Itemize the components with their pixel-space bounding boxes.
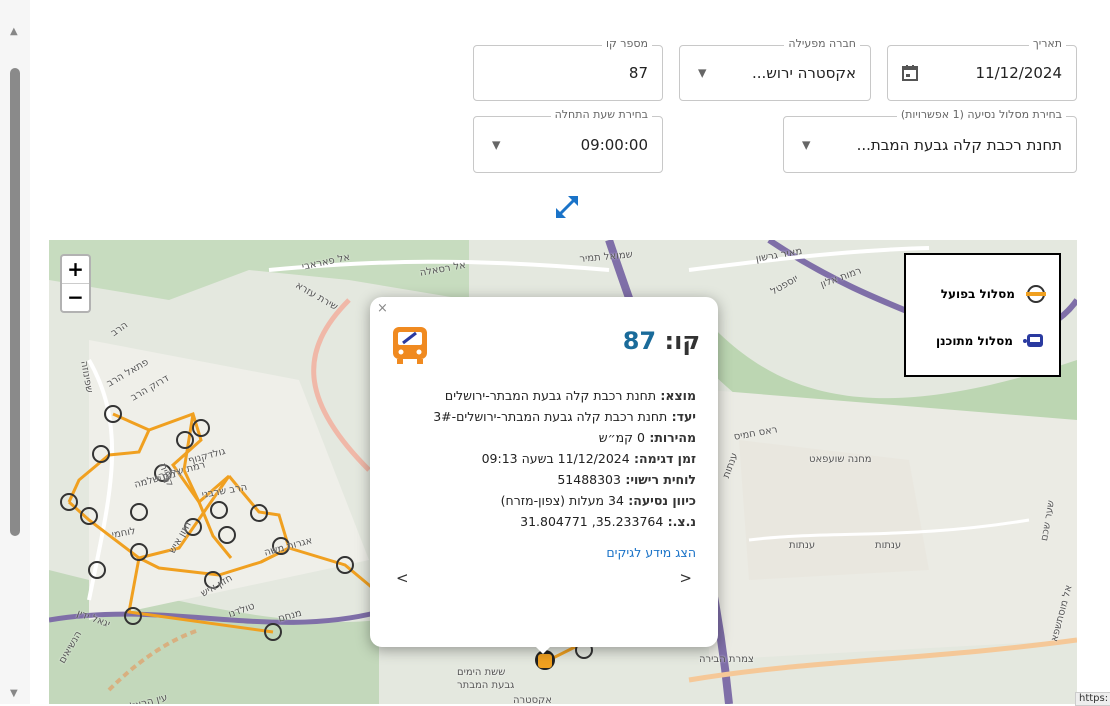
popup-info-row: לוחית רישוי: 51488303 xyxy=(433,469,696,490)
operator-value: אקסטרה ירוש... xyxy=(751,64,856,82)
popup-title: קו: 87 xyxy=(623,327,700,355)
popup-info-value: 51488303 xyxy=(557,472,621,487)
popup-info-value: 35.233764, 31.804771 xyxy=(520,514,664,529)
date-legend: תאריך xyxy=(1028,37,1066,50)
scroll-up-arrow-icon[interactable]: ▲ xyxy=(10,26,18,37)
route-legend: בחירת מסלול נסיעה (1 אפשרויות) xyxy=(896,108,1066,121)
operator-legend: חברה מפעילה xyxy=(784,37,860,50)
route-select[interactable]: בחירת מסלול נסיעה (1 אפשרויות) תחנת רכבת… xyxy=(783,108,1077,173)
zoom-in-button[interactable]: + xyxy=(62,256,89,284)
map-street-label: ששת הימים xyxy=(457,667,506,678)
popup-info-label: לוחית רישוי: xyxy=(620,472,696,487)
page-scrollbar[interactable]: ▲ ▼ xyxy=(0,0,30,704)
popup-info-label: זמן דגימה: xyxy=(629,451,696,466)
operator-select[interactable]: חברה מפעילה אקסטרה ירוש... ▼ xyxy=(679,37,871,101)
popup-info-label: מהירות: xyxy=(644,430,696,445)
popup-info-value: 0 קמ״ש xyxy=(598,430,645,445)
map-street-label: ענתות xyxy=(875,540,902,551)
show-geek-info-link[interactable]: הצג מידע לגיקים xyxy=(606,545,696,560)
popup-next-button[interactable]: > xyxy=(396,569,409,587)
popup-line-number: 87 xyxy=(622,327,657,355)
popup-info-row: כיוון נסיעה: 34 מעלות (צפון-מזרח) xyxy=(433,490,696,511)
bus-icon xyxy=(393,327,427,364)
popup-info-row: מהירות: 0 קמ״ש xyxy=(433,427,696,448)
popup-info-label: מוצא: xyxy=(656,388,696,403)
start-time-dropdown-icon[interactable]: ▼ xyxy=(492,138,500,151)
map-street-label: גבעת המבתר xyxy=(457,680,515,691)
popup-info-label: נ.צ.: xyxy=(663,514,696,529)
legend-actual-route: מסלול בפועל xyxy=(941,283,1047,305)
map-street-label: מחנה שועפאט xyxy=(809,454,872,465)
popup-info-row: מוצא: תחנת רכבת קלה גבעת המבתר-ירושלים xyxy=(433,385,696,406)
actual-route-icon xyxy=(1026,285,1046,303)
popup-info: מוצא: תחנת רכבת קלה גבעת המבתר-ירושלים יע… xyxy=(433,385,696,532)
date-field[interactable]: תאריך 11/12/2024 xyxy=(887,37,1077,101)
map-street-label: ענתות xyxy=(789,540,816,551)
expand-map-icon[interactable] xyxy=(553,193,581,221)
planned-route-icon xyxy=(1023,334,1043,347)
popup-info-value: 11/12/2024 בשעה 09:13 xyxy=(481,451,630,466)
scroll-thumb[interactable] xyxy=(10,68,20,536)
scroll-down-arrow-icon[interactable]: ▼ xyxy=(10,688,18,699)
zoom-out-button[interactable]: − xyxy=(62,284,89,311)
line-number-legend: מספר קו xyxy=(602,37,652,50)
popup-info-label: יעד: xyxy=(667,409,696,424)
popup-info-value: תחנת רכבת קלה גבעת המבתר-ירושלים-3# xyxy=(433,409,668,424)
operator-dropdown-icon[interactable]: ▼ xyxy=(698,67,706,80)
popup-info-value: 34 מעלות (צפון-מזרח) xyxy=(500,493,624,508)
legend-actual-label: מסלול בפועל xyxy=(940,287,1015,301)
start-time-select[interactable]: בחירת שעת התחלה 09:00:00 ▼ xyxy=(473,108,663,173)
popup-title-prefix: קו: xyxy=(664,327,700,355)
popup-prev-button[interactable]: < xyxy=(679,569,692,587)
line-number-value: 87 xyxy=(628,64,648,82)
map-street-label: אקסטרה xyxy=(513,695,552,704)
popup-info-row: זמן דגימה: 11/12/2024 בשעה 09:13 xyxy=(433,448,696,469)
popup-info-value: תחנת רכבת קלה גבעת המבתר-ירושלים xyxy=(444,388,657,403)
popup-info-row: יעד: תחנת רכבת קלה גבעת המבתר-ירושלים-3# xyxy=(433,406,696,427)
start-time-value: 09:00:00 xyxy=(580,135,648,154)
route-value: תחנת רכבת קלה גבעת המבת... xyxy=(856,135,1062,154)
map-street-label: צמרת הבירה xyxy=(699,654,754,665)
popup-tip xyxy=(533,644,553,654)
map-legend: מסלול בפועל מסלול מתוכנן xyxy=(904,253,1061,377)
route-dropdown-icon[interactable]: ▼ xyxy=(802,138,810,151)
close-icon[interactable]: × xyxy=(377,301,388,316)
zoom-control[interactable]: + − xyxy=(60,254,91,313)
start-time-legend: בחירת שעת התחלה xyxy=(550,108,652,121)
calendar-icon[interactable] xyxy=(900,63,920,83)
popup-info-label: כיוון נסיעה: xyxy=(623,493,696,508)
date-value: 11/12/2024 xyxy=(975,64,1062,82)
legend-planned-route: מסלול מתוכנן xyxy=(936,331,1047,351)
popup-info-row: נ.צ.: 35.233764, 31.804771 xyxy=(433,511,696,532)
line-number-field[interactable]: מספר קו 87 xyxy=(473,37,663,101)
legend-planned-label: מסלול מתוכנן xyxy=(935,334,1013,348)
vehicle-popup: × קו: 87 מוצא: תחנת רכבת קלה גבעת המבתר-… xyxy=(370,297,718,647)
